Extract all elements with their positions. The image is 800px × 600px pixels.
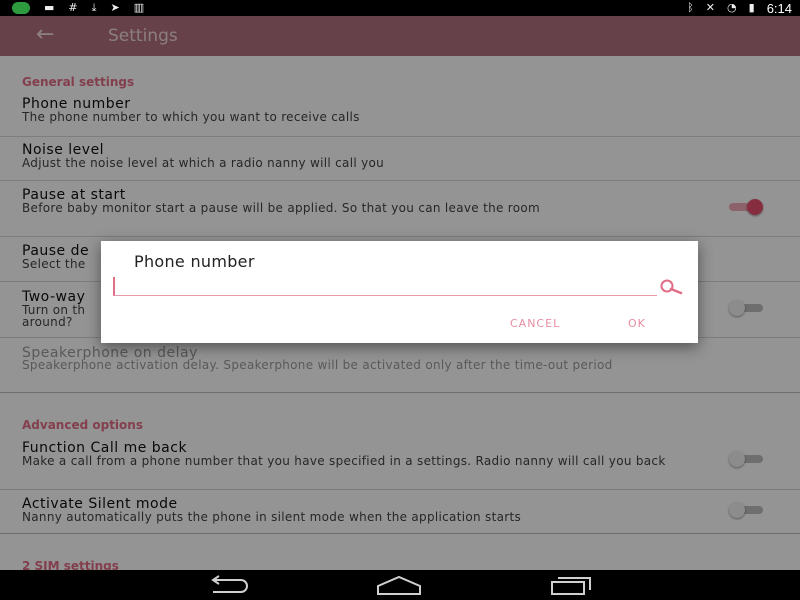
back-icon[interactable] — [203, 574, 253, 596]
phone-number-input[interactable] — [113, 277, 657, 296]
barcode-icon: ▥ — [133, 1, 145, 14]
bluetooth-icon: ᛒ — [687, 1, 694, 14]
mute-icon: ✕ — [705, 1, 716, 14]
hash-icon: # — [68, 1, 78, 14]
home-icon[interactable] — [374, 574, 424, 596]
send-icon: ➤ — [110, 1, 120, 14]
search-icon[interactable] — [657, 277, 685, 297]
app-notification-icon — [12, 2, 30, 14]
battery-icon: ▮ — [748, 1, 755, 14]
status-left-icons: ▬ # ⤓ ➤ ▥ — [12, 0, 144, 16]
ok-button[interactable]: OK — [628, 317, 646, 330]
dialog-title: Phone number — [134, 252, 255, 271]
navigation-bar — [0, 570, 800, 600]
status-bar: ▬ # ⤓ ➤ ▥ ᛒ ✕ ◔ ▮ 6:14 — [0, 0, 800, 16]
recents-icon[interactable] — [546, 574, 596, 596]
status-right-icons: ᛒ ✕ ◔ ▮ 6:14 — [687, 0, 792, 16]
wifi-icon: ◔ — [727, 1, 737, 14]
message-icon: ▬ — [44, 1, 55, 14]
download-icon: ⤓ — [91, 1, 97, 14]
status-time: 6:14 — [766, 0, 792, 16]
cancel-button[interactable]: CANCEL — [510, 317, 560, 330]
phone-number-dialog: Phone number CANCEL OK — [101, 241, 698, 343]
